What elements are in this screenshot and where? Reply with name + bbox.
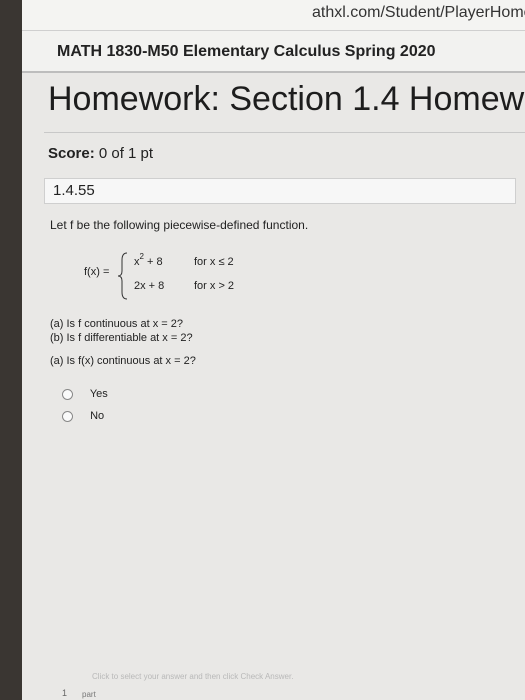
left-brace-icon bbox=[118, 252, 128, 300]
url-text: athxl.com/Student/PlayerHomework.aspx?ho… bbox=[312, 4, 525, 21]
part-label: part bbox=[82, 690, 96, 699]
radio-no[interactable] bbox=[62, 410, 73, 422]
function-name: f(x) = bbox=[84, 266, 110, 278]
part-counter: 1 bbox=[62, 688, 68, 698]
question-prompt: Let f be the following piecewise-defined… bbox=[50, 218, 309, 232]
question-number-bar: 1.4.55 bbox=[44, 178, 516, 204]
piece2-expression: 2x + 8 bbox=[134, 280, 165, 292]
score-value: 0 of 1 pt bbox=[98, 145, 154, 162]
option-label: No bbox=[90, 410, 105, 422]
piece1-expression: x2 + 8 bbox=[134, 252, 163, 268]
part-a-text: (a) Is f continuous at x = 2? bbox=[50, 318, 183, 330]
score-label: Score: bbox=[48, 145, 95, 162]
part-b-text: (b) Is f differentiable at x = 2? bbox=[50, 332, 193, 344]
homework-title: Homework: Section 1.4 Homew bbox=[48, 80, 525, 118]
answer-option-yes[interactable]: Yes bbox=[62, 388, 108, 400]
piece1-condition: for x ≤ 2 bbox=[194, 256, 234, 268]
current-part-question: (a) Is f(x) continuous at x = 2? bbox=[50, 355, 196, 367]
instruction-hint: Click to select your answer and then cli… bbox=[92, 672, 294, 681]
radio-yes[interactable] bbox=[62, 388, 73, 400]
score-line: Score: 0 of 1 pt bbox=[48, 145, 153, 162]
course-header: MATH 1830-M50 Elementary Calculus Spring… bbox=[22, 31, 525, 73]
address-bar[interactable]: athxl.com/Student/PlayerHomework.aspx?ho… bbox=[22, 0, 525, 31]
course-title: MATH 1830-M50 Elementary Calculus Spring… bbox=[57, 43, 436, 60]
title-divider bbox=[44, 132, 525, 133]
exponent: 2 bbox=[139, 252, 144, 261]
browser-screen: athxl.com/Student/PlayerHomework.aspx?ho… bbox=[22, 0, 525, 700]
question-number: 1.4.55 bbox=[53, 182, 95, 199]
piecewise-function: f(x) = x2 + 8 for x ≤ 2 2x + 8 for x > 2 bbox=[84, 250, 284, 310]
piece2-condition: for x > 2 bbox=[194, 280, 235, 292]
option-label: Yes bbox=[89, 388, 108, 400]
answer-option-no[interactable]: No bbox=[62, 410, 104, 422]
